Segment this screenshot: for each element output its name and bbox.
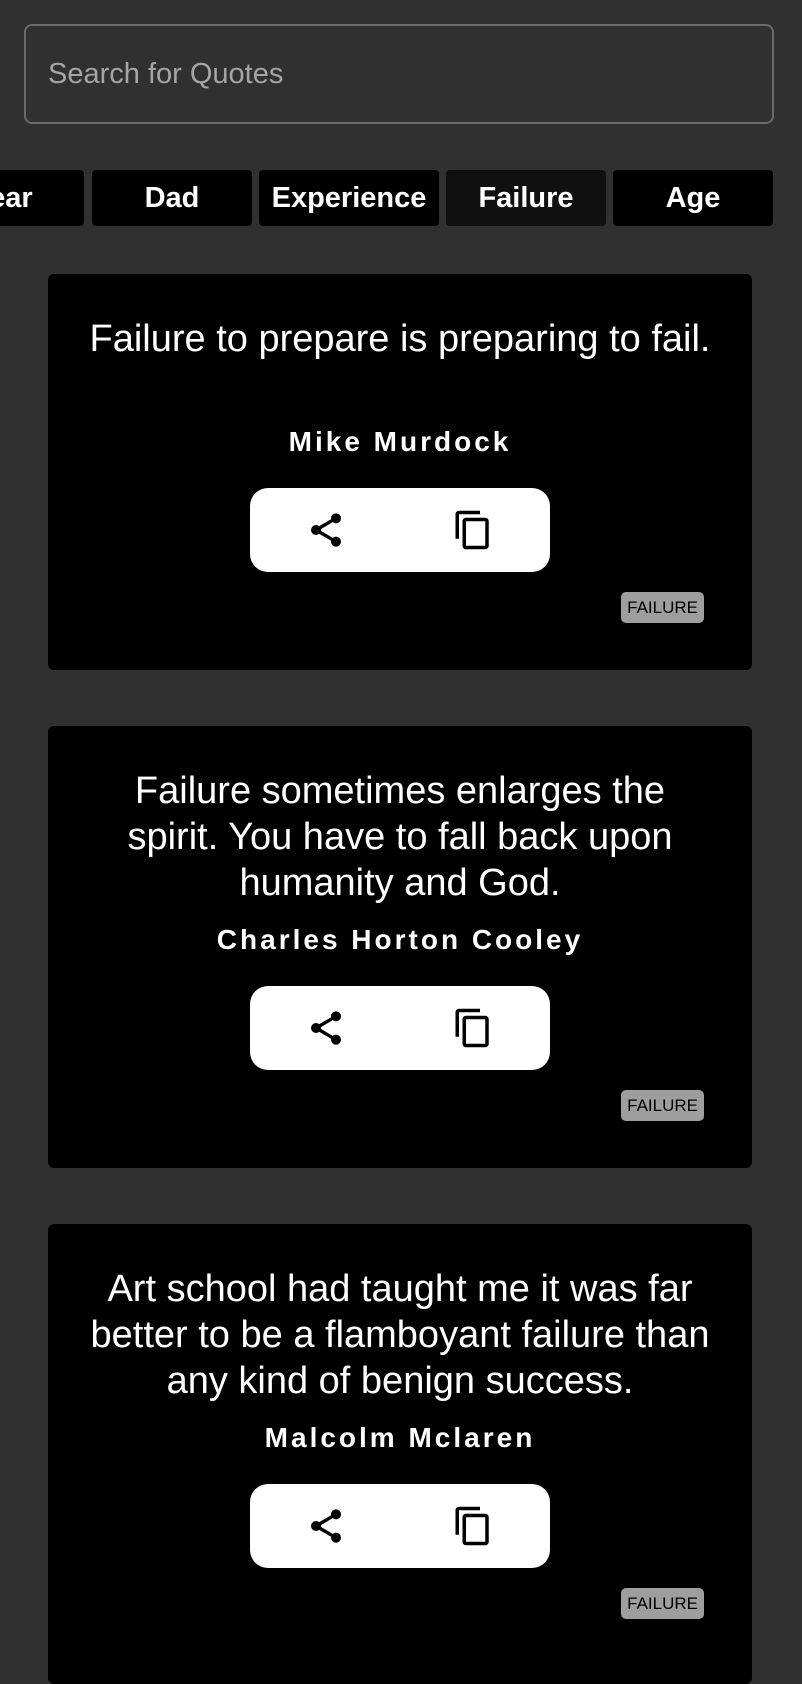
copy-icon [455, 510, 489, 550]
share-icon [311, 1509, 341, 1543]
quote-actions [250, 488, 550, 572]
quote-card: Failure sometimes enlarges the spirit. Y… [48, 726, 752, 1168]
copy-icon [455, 1008, 489, 1048]
quote-actions [250, 986, 550, 1070]
copy-button[interactable] [449, 506, 497, 554]
quote-text: Art school had taught me it was far bett… [90, 1268, 710, 1402]
quote-card: Failure to prepare is preparing to fail.… [48, 274, 752, 670]
quote-text: Failure sometimes enlarges the spirit. Y… [127, 770, 673, 904]
share-icon [311, 513, 341, 547]
chip-dad[interactable]: Dad [92, 170, 252, 226]
search-input[interactable] [26, 26, 772, 122]
quote-actions [250, 1484, 550, 1568]
quote-text: Failure to prepare is preparing to fail. [89, 318, 711, 360]
quote-card: Art school had taught me it was far bett… [48, 1224, 752, 1684]
chip-age[interactable]: Age [613, 170, 773, 226]
category-tag: FAILURE [621, 1588, 704, 1619]
chip-experience[interactable]: Experience [259, 170, 439, 226]
category-tag: FAILURE [621, 592, 704, 623]
category-chips[interactable]: Fear Dad Experience Failure Age [0, 170, 802, 226]
share-button[interactable] [302, 1004, 350, 1052]
copy-icon [455, 1506, 489, 1546]
quote-author: Malcolm Mclaren [264, 1422, 536, 1453]
copy-button[interactable] [449, 1502, 497, 1550]
quote-author: Mike Murdock [288, 426, 512, 457]
share-button[interactable] [302, 506, 350, 554]
search-box[interactable] [24, 24, 774, 124]
share-button[interactable] [302, 1502, 350, 1550]
copy-button[interactable] [449, 1004, 497, 1052]
chip-failure[interactable]: Failure [446, 170, 606, 226]
chip-fear[interactable]: Fear [0, 170, 84, 226]
category-tag: FAILURE [621, 1090, 704, 1121]
quote-author: Charles Horton Cooley [216, 924, 584, 955]
share-icon [311, 1011, 341, 1045]
